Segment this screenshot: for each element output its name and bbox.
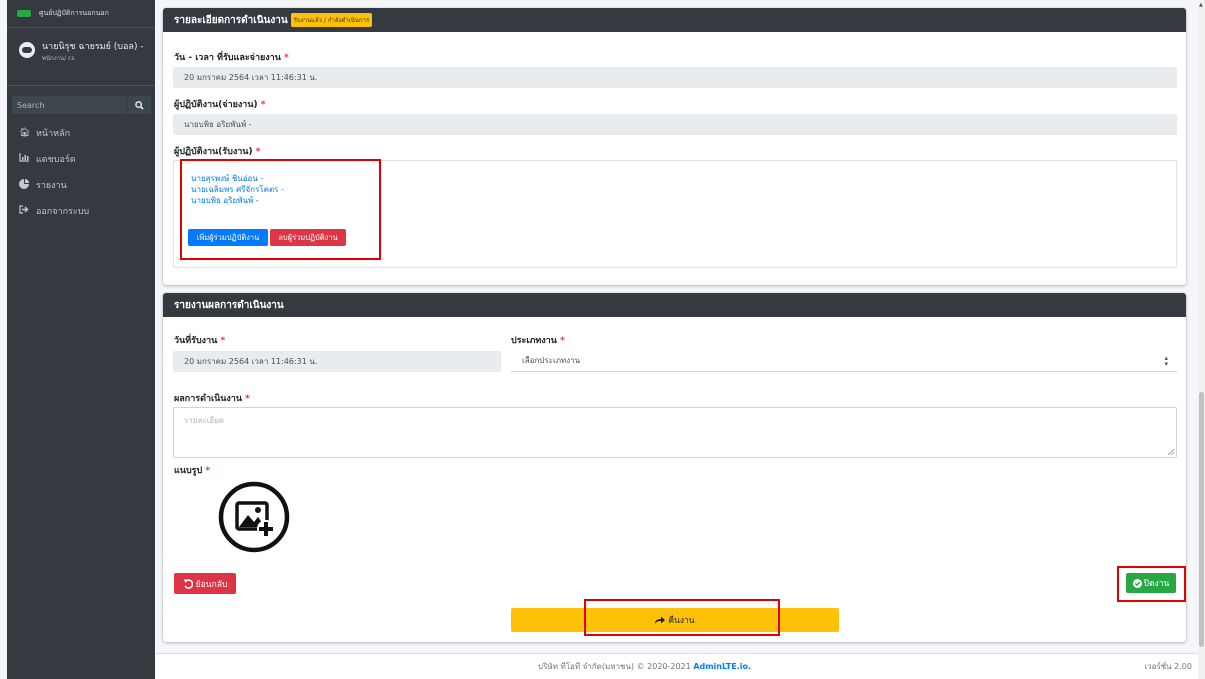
main-content: รายละเอียดการดำเนินงาน รับงานแล้ว / กำลั… <box>155 0 1198 679</box>
brand-logo <box>17 10 31 17</box>
work-type-select[interactable]: เลือกประเภทงาน ▴ ▾ <box>511 350 1177 372</box>
search-icon <box>134 100 144 110</box>
status-badge: รับงานแล้ว / กำลังดำเนินการ <box>290 13 373 27</box>
logout-icon <box>19 205 29 217</box>
scrollbar[interactable]: ▲ <box>1198 0 1205 679</box>
sidebar-search: Search <box>12 96 151 114</box>
copyright: บริษัท ทีโอที จำกัด(มหาชน) © 2020-2021 A… <box>538 662 751 671</box>
highlight-frame <box>180 159 381 260</box>
datetime-label: วัน - เวลา ที่รับและจ่ายงาน * <box>174 53 289 63</box>
version: เวอร์ชั่น 2.00 <box>1144 662 1192 671</box>
sidebar-item-label: ออกจากระบบ <box>36 207 90 217</box>
user-role: พนักงาน/ cs <box>42 55 75 62</box>
undo-icon <box>183 578 193 589</box>
user-panel[interactable]: นายนิรุช ฉายรมย์ (บอล) - พนักงาน/ cs <box>7 28 155 86</box>
details-card-header: รายละเอียดการดำเนินงาน รับงานแล้ว / กำลั… <box>163 8 1186 32</box>
report-card: รายงานผลการดำเนินงาน วันที่รับงาน * 20 ม… <box>163 293 1186 642</box>
select-caret-icon: ▴ ▾ <box>1164 354 1168 368</box>
back-button-label: ย้อนกลับ <box>195 579 228 590</box>
brand[interactable]: ศูนย์ปฏิบัติการนอกนอก <box>7 0 155 28</box>
report-title: รายงานผลการดำเนินงาน <box>174 299 284 311</box>
resize-handle-icon[interactable] <box>1168 449 1174 455</box>
details-card: รายละเอียดการดำเนินงาน รับงานแล้ว / กำลั… <box>163 8 1186 285</box>
home-icon: 🏠︎ <box>19 128 31 138</box>
sidebar-item-label: หน้าหลัก <box>36 129 71 139</box>
pie-icon <box>19 178 29 192</box>
sidebar-item-report[interactable]: รายงาน <box>7 172 155 198</box>
scroll-up-icon[interactable]: ▲ <box>1199 2 1203 8</box>
sidebar: ศูนย์ปฏิบัติการนอกนอก นายนิรุช ฉายรมย์ (… <box>7 0 155 679</box>
highlight-frame <box>584 599 780 636</box>
search-input[interactable]: Search <box>12 96 126 114</box>
sidebar-item-logout[interactable]: ออกจากระบบ <box>7 198 155 224</box>
adminlte-link[interactable]: AdminLTE.io. <box>693 662 751 671</box>
back-button[interactable]: ย้อนกลับ <box>174 573 236 594</box>
avatar <box>19 42 35 58</box>
work-type-label: ประเภทงาน * <box>511 336 565 346</box>
work-type-value: เลือกประเภทงาน <box>522 356 581 365</box>
sidebar-item-label: รายงาน <box>36 181 67 191</box>
highlight-frame <box>1117 566 1186 602</box>
sidebar-item-dashboard[interactable]: แดชบอร์ด <box>7 146 155 172</box>
scrollbar-thumb[interactable] <box>1199 392 1204 647</box>
sidebar-item-label: แดชบอร์ด <box>36 155 76 165</box>
sidebar-item-home[interactable]: 🏠︎ หน้าหลัก <box>7 120 155 146</box>
datetime-field: 20 มกราคม 2564 เวลา 11:46:31 น. <box>173 67 1177 88</box>
assigner-label: ผู้ปฏิบัติงาน(จ่ายงาน) * <box>174 100 266 110</box>
search-button[interactable] <box>126 96 151 114</box>
add-image-icon[interactable] <box>218 481 290 553</box>
result-label: ผลการดำเนินงาน * <box>174 394 250 404</box>
report-card-header: รายงานผลการดำเนินงาน <box>163 293 1186 317</box>
sidebar-nav: 🏠︎ หน้าหลัก แดชบอร์ด รายงาน ออกจากระบบ <box>7 120 155 224</box>
receivers-label: ผู้ปฏิบัติงาน(รับงาน) * <box>174 147 261 157</box>
receive-date-label: วันที่รับงาน * <box>174 336 226 346</box>
assigner-field: นายบพิธ อริยพันพ์ - <box>173 114 1177 135</box>
brand-title: ศูนย์ปฏิบัติการนอกนอก <box>39 9 109 17</box>
details-title: รายละเอียดการดำเนินงาน <box>174 14 288 26</box>
user-name: นายนิรุช ฉายรมย์ (บอล) - <box>42 42 144 52</box>
result-textarea[interactable]: รายละเอียด <box>173 407 1177 458</box>
footer: บริษัท ทีโอที จำกัด(มหาชน) © 2020-2021 A… <box>155 653 1198 679</box>
chart-icon <box>19 153 29 165</box>
receive-date-field: 20 มกราคม 2564 เวลา 11:46:31 น. <box>173 351 501 372</box>
result-placeholder: รายละเอียด <box>184 416 225 425</box>
attach-label: แนบรูป * <box>174 466 211 476</box>
